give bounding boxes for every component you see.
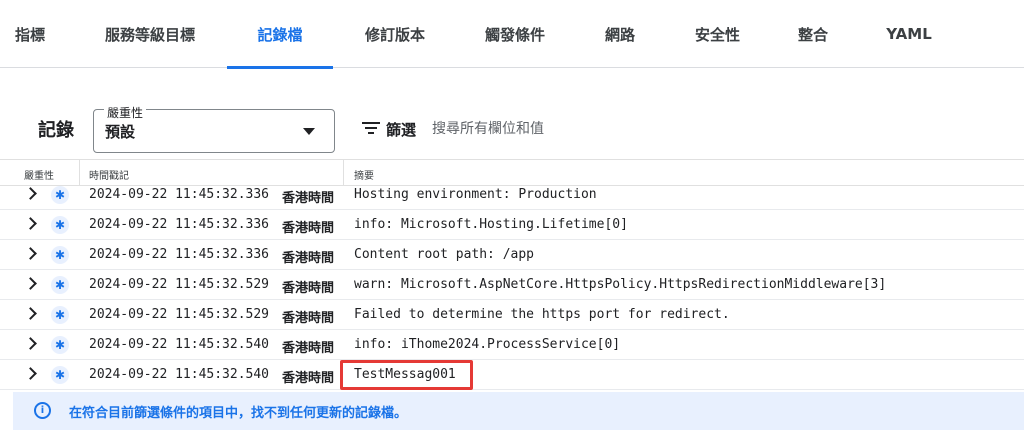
log-timezone: 香港時間: [282, 251, 335, 266]
search-all-fields-input[interactable]: [432, 118, 732, 140]
log-timestamp: 2024-09-22 11:45:32.336: [89, 247, 270, 262]
tab-triggers[interactable]: 觸發條件: [470, 0, 560, 68]
tab-bar: 指標 服務等級目標 記錄檔 修訂版本 觸發條件 網路 安全性 整合 YAML: [0, 0, 1024, 69]
tab-yaml[interactable]: YAML: [878, 0, 940, 68]
arrow-drop-down-icon: [303, 128, 315, 135]
tab-security[interactable]: 安全性: [680, 0, 755, 68]
log-timezone: 香港時間: [282, 371, 335, 386]
log-timestamp: 2024-09-22 11:45:32.540: [89, 337, 270, 352]
tab-slo[interactable]: 服務等級目標: [90, 0, 210, 68]
chevron-right-icon[interactable]: [24, 247, 37, 260]
chevron-right-icon[interactable]: [24, 337, 37, 350]
log-timezone: 香港時間: [282, 191, 335, 206]
chevron-right-icon[interactable]: [24, 277, 37, 290]
tab-integrations[interactable]: 整合: [783, 0, 843, 68]
chevron-right-icon[interactable]: [24, 307, 37, 320]
tab-networking[interactable]: 網路: [590, 0, 650, 68]
asterisk-icon: ✱: [51, 246, 69, 264]
info-icon: i: [34, 402, 51, 419]
log-summary: info: iThome2024.ProcessService[0]: [354, 337, 621, 352]
asterisk-icon: ✱: [51, 186, 69, 204]
info-banner: i 在符合目前篩選條件的項目中，找不到任何更新的記錄檔。: [13, 392, 1024, 430]
log-summary: info: Microsoft.Hosting.Lifetime[0]: [354, 217, 628, 232]
log-row[interactable]: ✱ 2024-09-22 11:45:32.529 香港時間 Failed to…: [0, 300, 1024, 330]
log-row[interactable]: ✱ 2024-09-22 11:45:32.336 香港時間 Hosting e…: [0, 180, 1024, 210]
asterisk-icon: ✱: [51, 366, 69, 384]
tab-metrics[interactable]: 指標: [0, 0, 60, 68]
asterisk-icon: ✱: [51, 276, 69, 294]
log-row[interactable]: ✱ 2024-09-22 11:45:32.540 香港時間 TestMessa…: [0, 360, 1024, 390]
tab-revisions[interactable]: 修訂版本: [350, 0, 440, 68]
log-row[interactable]: ✱ 2024-09-22 11:45:32.336 香港時間 Content r…: [0, 240, 1024, 270]
banner-message: 在符合目前篩選條件的項目中，找不到任何更新的記錄檔。: [69, 406, 408, 421]
log-summary: Failed to determine the https port for r…: [354, 307, 730, 322]
chevron-right-icon[interactable]: [24, 217, 37, 230]
highlight-box: [340, 360, 473, 390]
chevron-right-icon[interactable]: [24, 367, 37, 380]
log-timezone: 香港時間: [282, 341, 335, 356]
chevron-right-icon[interactable]: [24, 187, 37, 200]
severity-select-value: 預設: [105, 123, 136, 141]
log-summary: Hosting environment: Production: [354, 187, 597, 202]
log-row[interactable]: ✱ 2024-09-22 11:45:32.529 香港時間 warn: Mic…: [0, 270, 1024, 300]
asterisk-icon: ✱: [51, 216, 69, 234]
filter-list-icon[interactable]: [362, 122, 380, 135]
asterisk-icon: ✱: [51, 306, 69, 324]
log-row[interactable]: ✱ 2024-09-22 11:45:32.336 香港時間 info: Mic…: [0, 210, 1024, 240]
log-timezone: 香港時間: [282, 281, 335, 296]
log-timestamp: 2024-09-22 11:45:32.336: [89, 187, 270, 202]
log-timestamp: 2024-09-22 11:45:32.540: [89, 367, 270, 382]
log-summary: warn: Microsoft.AspNetCore.HttpsPolicy.H…: [354, 277, 887, 292]
tab-logs[interactable]: 記錄檔: [227, 0, 333, 69]
log-timestamp: 2024-09-22 11:45:32.529: [89, 307, 270, 322]
log-timestamp: 2024-09-22 11:45:32.336: [89, 217, 270, 232]
log-summary: Content root path: /app: [354, 247, 535, 262]
log-timezone: 香港時間: [282, 311, 335, 326]
logs-title: 記錄: [38, 120, 74, 141]
log-timestamp: 2024-09-22 11:45:32.529: [89, 277, 270, 292]
severity-select-label: 嚴重性: [104, 104, 147, 121]
log-timezone: 香港時間: [282, 221, 335, 236]
asterisk-icon: ✱: [51, 336, 69, 354]
log-row[interactable]: ✱ 2024-09-22 11:45:32.540 香港時間 info: iTh…: [0, 330, 1024, 360]
filter-button-label[interactable]: 篩選: [386, 119, 416, 140]
